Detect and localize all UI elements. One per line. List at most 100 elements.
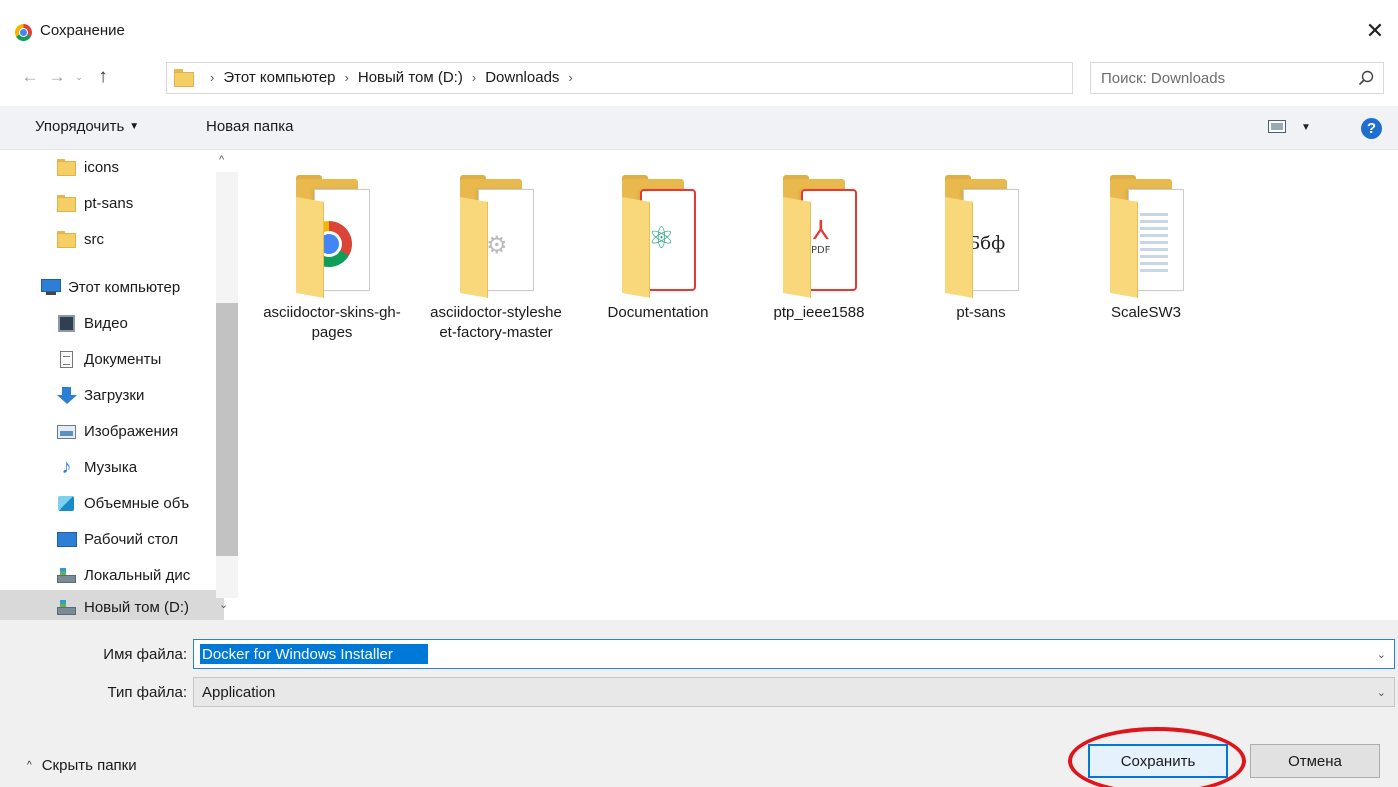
sidebar-item-label: pt-sans [84,194,134,212]
sidebar-item-video[interactable]: Видео [0,306,224,340]
breadcrumb-separator[interactable]: › [463,70,485,85]
sidebar-item-this-pc[interactable]: Этот компьютер [0,270,224,304]
sidebar-item-label: Новый том (D:) [84,598,189,616]
3d-objects-icon [57,495,76,512]
sidebar-item-downloads[interactable]: Загрузки [0,378,224,412]
chevron-down-icon[interactable]: ⌄ [1377,686,1386,699]
save-form: Имя файла: ⌄ Тип файла: Application ⌄ ^ С… [0,620,1398,787]
search-icon[interactable] [1358,70,1374,86]
search-input[interactable] [1101,68,1341,88]
file-name: Documentation [607,304,709,321]
sidebar-item-label: Этот компьютер [68,278,181,296]
filetype-select[interactable]: Application ⌄ [193,677,1395,707]
filename-combobox[interactable]: ⌄ [193,639,1395,669]
file-item[interactable]: ScaleSW3 [1072,175,1220,323]
sidebar-item-3d-objects[interactable]: Объемные объ [0,486,224,520]
sidebar-item-label: Музыка [84,458,138,476]
file-name: ScaleSW3 [1110,304,1182,321]
file-name: ptp_ieee1588 [773,304,865,321]
address-row: ← → ⌄ ↑ › Этот компьютер › Новый том (D:… [0,60,1398,96]
new-folder-button[interactable]: Новая папка [206,118,293,135]
breadcrumb: › Этот компьютер › Новый том (D:) › Down… [201,69,582,86]
help-button[interactable]: ? [1361,118,1382,139]
view-options-icon[interactable] [1268,120,1286,133]
folder-icon [57,194,76,212]
address-bar[interactable]: › Этот компьютер › Новый том (D:) › Down… [166,62,1232,94]
music-icon: ♪ [61,455,72,478]
breadcrumb-separator[interactable]: › [559,70,581,85]
chevron-up-icon: ^ [27,760,32,771]
file-item[interactable]: asciidoctor-skins-gh-pages [258,175,406,343]
title-bar: Сохранение ✕ [0,0,1398,60]
command-toolbar: Упорядочить ▼ Новая папка ▼ ? [0,106,1398,150]
breadcrumb-drive-d[interactable]: Новый том (D:) [358,69,463,86]
drive-icon [57,599,76,616]
view-options-chevron-icon[interactable]: ▼ [1301,122,1311,133]
sidebar-item-label: Локальный дис [84,566,191,584]
folder-icon [57,230,76,248]
chrome-app-icon [15,24,32,41]
file-item[interactable]: ⅄ PDF ptp_ieee1588 [745,175,893,323]
sidebar-item-documents[interactable]: Документы [0,342,224,376]
chrome-folder-icon [286,175,378,298]
computer-icon [41,278,61,296]
file-item[interactable]: ⚙ asciidoctor-stylesheet-factory-master [422,175,570,343]
hide-folders-label: Скрыть папки [41,757,137,774]
window-title: Сохранение [40,22,125,39]
font-folder-icon: Ббф [935,175,1027,298]
navigation-pane[interactable]: icons pt-sans src Этот компьютер Видео Д… [0,150,240,620]
folder-icon [57,158,76,176]
chevron-down-icon: ▼ [129,121,140,132]
filetype-value: Application [202,684,276,701]
sidebar-item-label: icons [84,158,120,176]
documents-icon [57,350,76,368]
sidebar-item-new-volume-d[interactable]: Новый том (D:) [0,590,224,620]
sidebar-scrollbar-thumb[interactable] [216,303,238,556]
up-button[interactable]: ↑ [90,64,116,90]
file-name: pt-sans [956,304,1006,321]
pictures-icon [57,423,76,440]
sidebar-item-label: src [84,230,104,248]
organize-button[interactable]: Упорядочить ▼ [35,118,139,135]
close-button[interactable]: ✕ [1358,14,1392,48]
file-name: asciidoctor-stylesheet-factory-master [430,304,562,341]
file-list[interactable]: asciidoctor-skins-gh-pages ⚙ asciidoctor… [240,150,1398,620]
scroll-up-icon[interactable]: ^ [219,154,224,166]
cancel-button[interactable]: Отмена [1250,744,1380,778]
sidebar-item-music[interactable]: ♪ Музыка [0,450,224,484]
downloads-icon [57,386,77,404]
sidebar-item-label: Изображения [84,422,179,440]
file-item[interactable]: ⚛ Documentation [584,175,732,323]
drive-icon [57,567,76,584]
sidebar-item-src[interactable]: src [0,222,224,256]
back-button[interactable]: ← [18,64,42,90]
sidebar-item-pictures[interactable]: Изображения [0,414,224,448]
filetype-label: Тип файла: [107,684,188,701]
file-item[interactable]: Ббф pt-sans [907,175,1055,323]
sidebar-item-label: Документы [84,350,162,368]
breadcrumb-separator[interactable]: › [336,70,358,85]
sidebar-item-label: Загрузки [84,386,145,404]
sidebar-item-label: Видео [84,314,128,332]
pdf-folder-icon: ⅄ PDF [773,175,865,298]
chevron-down-icon[interactable]: ⌄ [1377,648,1386,661]
breadcrumb-downloads[interactable]: Downloads [485,69,559,86]
breadcrumb-separator[interactable]: › [201,70,223,85]
sidebar-item-local-disk[interactable]: Локальный дис [0,558,224,592]
atom-folder-icon: ⚛ [612,175,704,298]
recent-locations-button[interactable]: ⌄ [72,64,86,90]
filename-input[interactable] [200,644,428,664]
scroll-down-icon[interactable]: ⌄ [219,598,228,611]
hide-folders-button[interactable]: ^ Скрыть папки [27,757,137,774]
sidebar-item-icons[interactable]: icons [0,150,224,184]
doc-folder-icon [1100,175,1192,298]
breadcrumb-this-pc[interactable]: Этот компьютер [223,69,335,86]
forward-button[interactable]: → [45,64,69,90]
search-box[interactable] [1090,62,1384,94]
sidebar-item-desktop[interactable]: Рабочий стол [0,522,224,556]
organize-label: Упорядочить [35,118,125,135]
sidebar-item-pt-sans[interactable]: pt-sans [0,186,224,220]
sidebar-item-label: Рабочий стол [84,530,179,548]
save-button[interactable]: Сохранить [1088,744,1228,778]
filename-label: Имя файла: [103,646,187,663]
